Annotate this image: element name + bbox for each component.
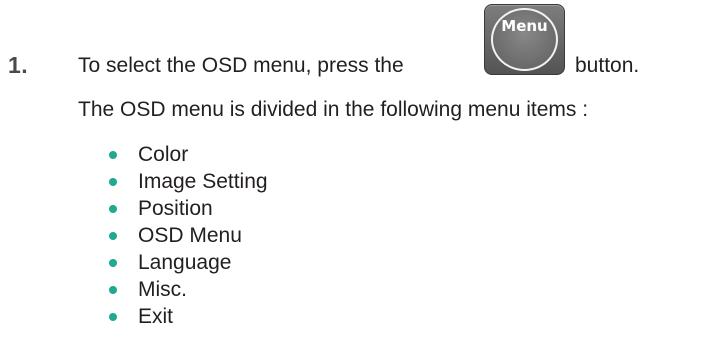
list-item-label: Position: [138, 197, 213, 220]
menu-intro-text: The OSD menu is divided in the following…: [78, 98, 589, 121]
bullet-icon: [109, 232, 117, 240]
bullet-icon: [109, 286, 117, 294]
list-item: Misc.: [109, 276, 268, 303]
step-instruction: To select the OSD menu, press the: [78, 54, 404, 77]
bullet-icon: [109, 178, 117, 186]
list-item: Position: [109, 195, 268, 222]
bullet-icon: [109, 259, 117, 267]
bullet-icon: [109, 313, 117, 321]
menu-button-label: Menu: [501, 17, 548, 35]
list-item-label: Misc.: [138, 278, 187, 301]
menu-button-icon: Menu: [484, 4, 565, 75]
list-item: Exit: [109, 303, 268, 330]
menu-button-ring: Menu: [491, 8, 558, 71]
list-item: Color: [109, 141, 268, 168]
bullet-icon: [109, 151, 117, 159]
list-item: Language: [109, 249, 268, 276]
list-item-label: OSD Menu: [138, 224, 242, 247]
list-item-label: Image Setting: [138, 170, 268, 193]
step-instruction-suffix: button.: [575, 54, 640, 77]
list-item-label: Color: [138, 143, 189, 166]
list-item-label: Language: [138, 251, 232, 274]
bullet-icon: [109, 205, 117, 213]
menu-items-list: Color Image Setting Position OSD Menu La…: [109, 141, 268, 330]
step-number: 1.: [8, 52, 29, 78]
list-item-label: Exit: [138, 305, 174, 328]
list-item: OSD Menu: [109, 222, 268, 249]
list-item: Image Setting: [109, 168, 268, 195]
